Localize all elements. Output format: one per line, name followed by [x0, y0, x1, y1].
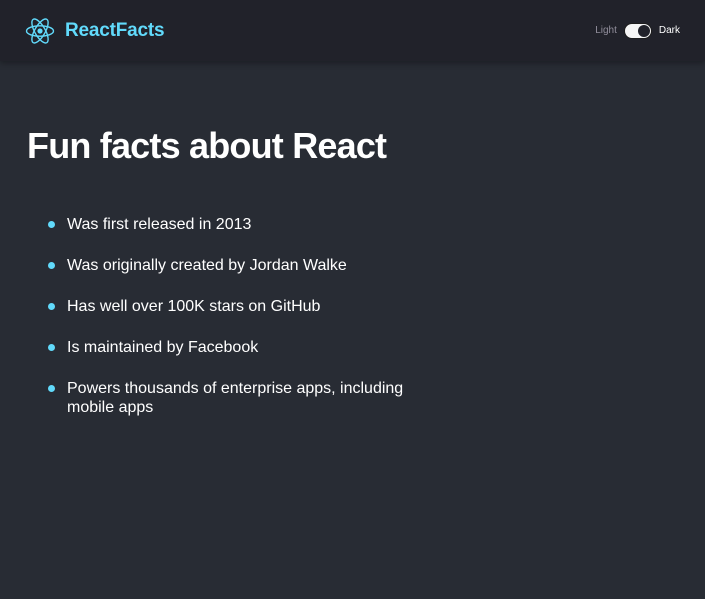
fact-text: Has well over 100K stars on GitHub: [67, 298, 321, 315]
navbar: ReactFacts Light Dark: [0, 0, 705, 61]
facts-list: Was first released in 2013 Was originall…: [27, 215, 447, 417]
mode-toggle: Light Dark: [595, 22, 680, 39]
fact-text: Was originally created by Jordan Walke: [67, 257, 347, 274]
fact-item: Was originally created by Jordan Walke: [48, 256, 447, 275]
bullet-icon: [48, 344, 55, 351]
fact-item: Is maintained by Facebook: [48, 338, 447, 357]
bullet-icon: [48, 262, 55, 269]
fact-text: Is maintained by Facebook: [67, 339, 259, 356]
fact-item: Has well over 100K stars on GitHub: [48, 297, 447, 316]
bullet-icon: [48, 303, 55, 310]
fact-item: Was first released in 2013: [48, 215, 447, 234]
bullet-icon: [48, 221, 55, 228]
fact-text: Powers thousands of enterprise apps, inc…: [67, 380, 404, 416]
main-content: Fun facts about React Was first released…: [0, 61, 705, 417]
bullet-icon: [48, 385, 55, 392]
brand-name: ReactFacts: [65, 19, 165, 41]
theme-toggle-switch[interactable]: [623, 22, 652, 39]
page-title: Fun facts about React: [27, 125, 387, 166]
react-atom-icon: [25, 16, 55, 46]
toggle-knob: [637, 24, 650, 37]
fact-item: Powers thousands of enterprise apps, inc…: [48, 379, 447, 417]
light-mode-label: Light: [595, 25, 617, 36]
brand[interactable]: ReactFacts: [25, 16, 165, 46]
dark-mode-label: Dark: [658, 25, 680, 36]
fact-text: Was first released in 2013: [67, 216, 252, 233]
